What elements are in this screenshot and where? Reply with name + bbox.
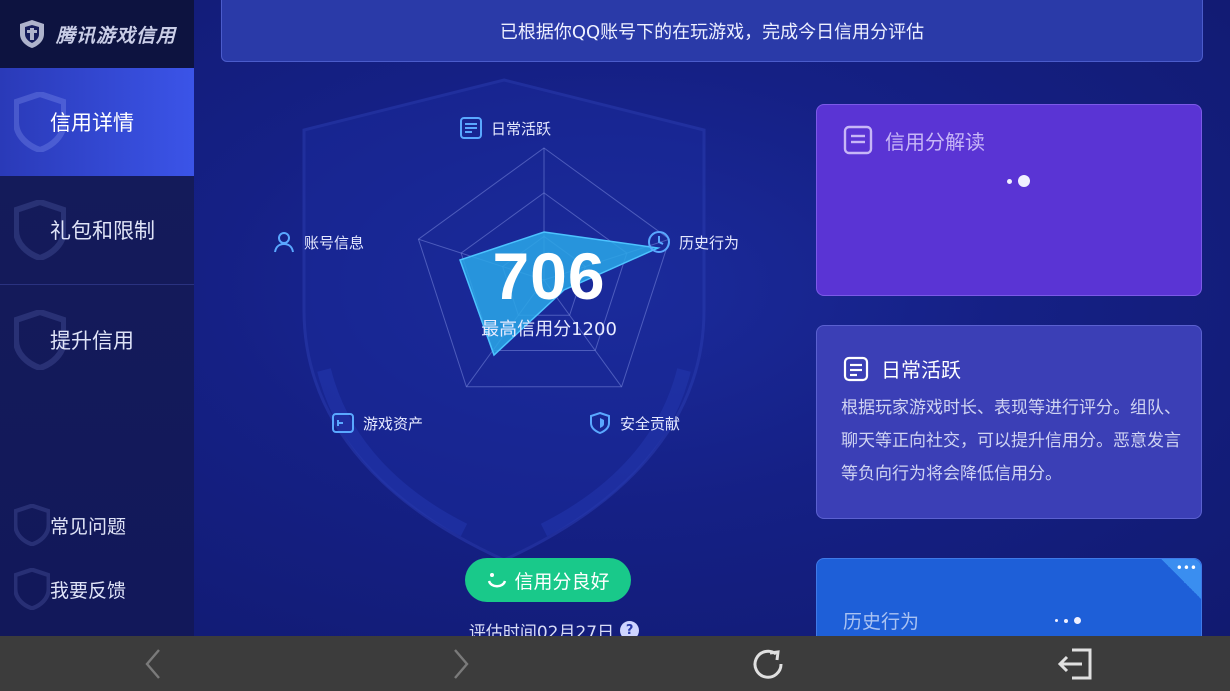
credit-radar: 日常活跃 历史行为 安全贡献 游戏资产 账号信息 706 最高信用分1200 信… — [234, 80, 834, 636]
credit-score: 706 — [492, 239, 606, 313]
max-score-text: 最高信用分1200 — [481, 319, 617, 340]
brand-name: 腾讯游戏信用 — [56, 24, 177, 47]
card-title: 日常活跃 — [881, 358, 961, 382]
radar-label-text: 账号信息 — [304, 233, 365, 252]
sidebar-item-gifts-limits[interactable]: 礼包和限制 — [0, 176, 194, 284]
wallet-icon — [332, 413, 354, 433]
card-credit-interpretation[interactable]: 信用分解读 — [816, 104, 1202, 296]
card-daily-activity[interactable]: 日常活跃 根据玩家游戏时长、表现等进行评分。组队、聊天等正向社交，可以提升信用分… — [816, 325, 1202, 519]
loading-dot — [1064, 618, 1068, 623]
credit-status-label: 信用分良好 — [514, 570, 610, 593]
radar-label-text: 游戏资产 — [363, 414, 424, 433]
shield-logo-icon — [20, 20, 44, 48]
loading-dot — [1055, 619, 1058, 622]
document-icon — [460, 117, 482, 139]
evaluation-time: 评估时间02月27日 ? — [434, 618, 674, 636]
radar-label-text: 历史行为 — [679, 233, 740, 252]
radar-label-assets: 游戏资产 — [331, 411, 423, 435]
help-icon[interactable]: ? — [620, 621, 640, 636]
main-content: 已根据你QQ账号下的在玩游戏，完成今日信用分评估 日常活跃 历史行为 安全贡献 … — [194, 0, 1230, 636]
refresh-icon[interactable] — [748, 644, 788, 684]
evaluation-banner: 已根据你QQ账号下的在玩游戏，完成今日信用分评估 — [221, 0, 1203, 62]
sidebar-item-label: 提升信用 — [50, 329, 134, 353]
shield-watermark-icon — [14, 568, 50, 610]
radar-label-daily: 日常活跃 — [459, 116, 551, 140]
loading-indicator — [1055, 617, 1087, 624]
loading-dot — [1007, 178, 1012, 184]
user-icon — [274, 232, 294, 253]
sidebar-item-label: 礼包和限制 — [50, 219, 155, 243]
shield-icon — [590, 411, 610, 435]
back-arrow-icon[interactable] — [134, 644, 174, 684]
loading-dot — [1074, 617, 1081, 624]
sidebar: 腾讯游戏信用 信用详情 礼包和限制 提升信用 常见问题 我要反馈 — [0, 0, 194, 636]
shield-watermark-icon — [14, 504, 50, 546]
evaluation-time-text: 评估时间02月27日 — [468, 623, 615, 636]
radar-label-security: 安全贡献 — [588, 411, 680, 435]
sidebar-item-label: 信用详情 — [50, 111, 134, 135]
sidebar-item-faq[interactable]: 常见问题 — [0, 496, 194, 554]
smile-icon — [488, 573, 507, 588]
document-icon — [843, 125, 873, 155]
bottom-nav-bar — [0, 636, 1230, 691]
card-description: 根据玩家游戏时长、表现等进行评分。组队、聊天等正向社交，可以提升信用分。恶意发言… — [841, 398, 1181, 484]
sidebar-item-label: 常见问题 — [50, 515, 127, 538]
forward-arrow-icon[interactable] — [440, 644, 480, 684]
card-title: 历史行为 — [843, 611, 920, 633]
radar-label-text: 日常活跃 — [491, 119, 552, 138]
radar-label-text: 安全贡献 — [620, 414, 681, 433]
sidebar-item-credit-detail[interactable]: 信用详情 — [0, 68, 194, 176]
banner-text: 已根据你QQ账号下的在玩游戏，完成今日信用分评估 — [499, 21, 925, 43]
sidebar-item-feedback[interactable]: 我要反馈 — [0, 560, 194, 618]
card-title: 信用分解读 — [885, 129, 985, 154]
card-header: 历史行为 — [843, 607, 919, 634]
exit-icon[interactable] — [1056, 644, 1096, 684]
brand-header: 腾讯游戏信用 — [0, 0, 194, 68]
loading-indicator — [1007, 175, 1036, 187]
loading-dot — [1018, 175, 1030, 187]
sidebar-item-improve-credit[interactable]: 提升信用 — [0, 285, 194, 395]
radar-label-account: 账号信息 — [272, 230, 364, 254]
card-header: 信用分解读 — [843, 125, 985, 155]
sidebar-item-label: 我要反馈 — [50, 579, 127, 602]
document-icon — [843, 356, 869, 381]
credit-status-button[interactable]: 信用分良好 — [465, 558, 631, 602]
corner-badge: ••• — [1161, 559, 1201, 599]
card-header: 日常活跃 — [843, 354, 961, 383]
card-history-behavior[interactable]: ••• 历史行为 — [816, 558, 1202, 636]
more-icon: ••• — [1175, 561, 1197, 575]
